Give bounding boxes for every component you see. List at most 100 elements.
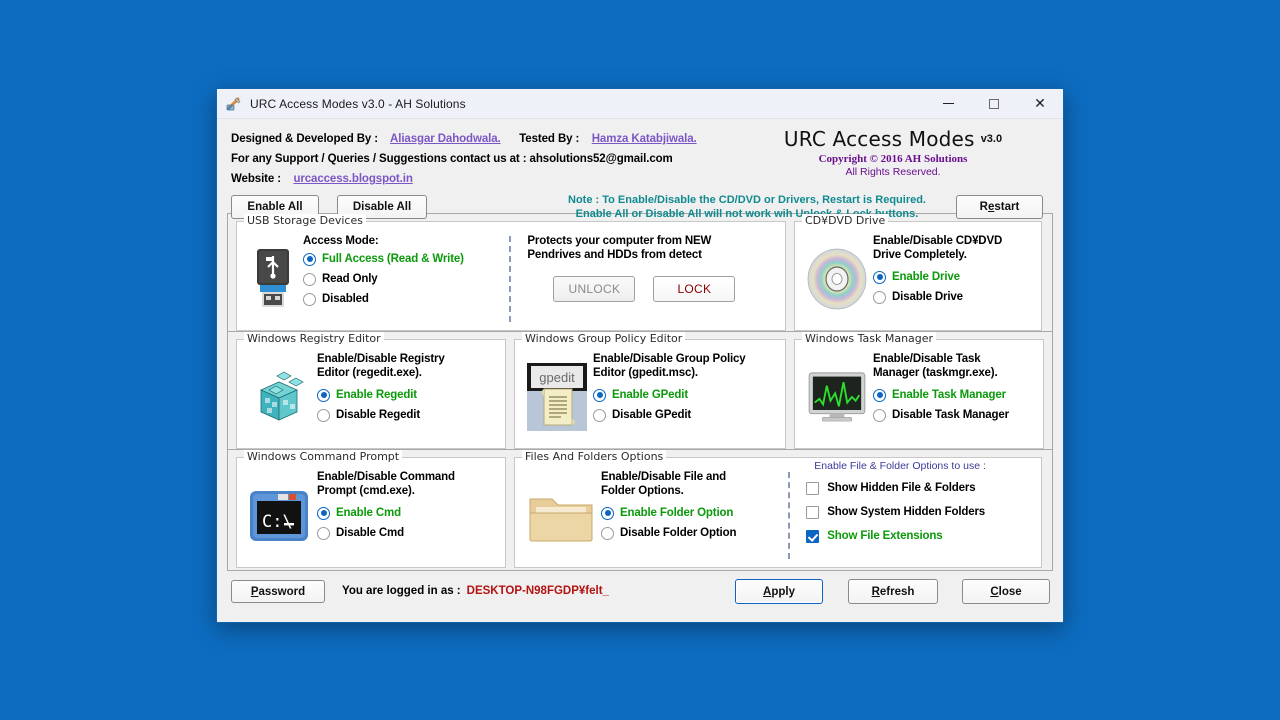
cddvd-desc-2: Drive Completely. xyxy=(873,249,967,261)
client-area: Designed & Developed By : Aliasgar Dahod… xyxy=(217,119,1063,622)
folder-option-label-1: Disable Folder Option xyxy=(620,527,737,539)
radio-usb-disabled[interactable] xyxy=(303,292,316,306)
cmd-description: Enable/Disable Command Prompt (cmd.exe). xyxy=(317,470,499,498)
refresh-button[interactable]: Refresh xyxy=(848,579,938,604)
rights-text: All Rights Reserved. xyxy=(845,166,941,178)
folder-checks-title: Enable File & Folder Options to use : xyxy=(810,460,990,472)
cddvd-option-label-1: Disable Drive xyxy=(892,291,963,303)
usb-options: Access Mode: Full Access (Read & Write) … xyxy=(303,232,507,326)
folder-check-label-0: Show Hidden File & Folders xyxy=(827,482,976,494)
radio-enable-cmd[interactable] xyxy=(317,506,330,520)
taskmgr-option-enable[interactable]: Enable Task Manager xyxy=(873,386,1037,404)
refresh-label: Refresh xyxy=(871,585,915,598)
usb-option-full-access[interactable]: Full Access (Read & Write) xyxy=(303,250,507,268)
folder-option-enable[interactable]: Enable Folder Option xyxy=(601,504,786,522)
usb-drive-icon xyxy=(243,232,303,326)
close-button[interactable]: Close xyxy=(962,579,1050,604)
credits-line: Designed & Developed By : Aliasgar Dahod… xyxy=(231,133,697,145)
usb-option-read-only[interactable]: Read Only xyxy=(303,270,507,288)
checkbox-show-system-hidden[interactable]: Show System Hidden Folders xyxy=(806,500,1035,524)
close-label: Close xyxy=(990,585,1022,598)
maximize-button[interactable] xyxy=(971,89,1017,118)
radio-disable-regedit[interactable] xyxy=(317,408,330,422)
radio-disable-drive[interactable] xyxy=(873,290,886,304)
usb-option-disabled[interactable]: Disabled xyxy=(303,290,507,308)
cmd-option-disable[interactable]: Disable Cmd xyxy=(317,524,499,542)
gpedit-option-disable[interactable]: Disable GPedit xyxy=(593,406,779,424)
usb-option-label-1: Read Only xyxy=(322,273,378,285)
radio-disable-folder-option[interactable] xyxy=(601,526,614,540)
cddvd-group-title: CD¥DVD Drive xyxy=(802,214,889,227)
gpedit-group-title: Windows Group Policy Editor xyxy=(522,332,686,345)
radio-enable-regedit[interactable] xyxy=(317,388,330,402)
registry-blocks-icon xyxy=(243,350,317,444)
checkbox-system-hidden-box[interactable] xyxy=(806,505,820,519)
tester-link[interactable]: Hamza Katabjiwala. xyxy=(592,133,697,145)
gpedit-option-enable[interactable]: Enable GPedit xyxy=(593,386,779,404)
note-text: Note : To Enable/Disable the CD/DVD or D… xyxy=(527,193,967,221)
svg-text:C:\: C:\ xyxy=(262,512,293,532)
cddvd-option-disable[interactable]: Disable Drive xyxy=(873,288,1035,306)
checkbox-hidden-files-box[interactable] xyxy=(806,481,820,495)
app-icon xyxy=(226,96,242,112)
lock-button[interactable]: LOCK xyxy=(653,276,736,302)
folder-options-description: Enable/Disable File and Folder Options. xyxy=(601,470,786,498)
usb-storage-group: USB Storage Devices Access Mode: Full Ac… xyxy=(236,214,786,331)
logged-in-label: You are logged in as : xyxy=(342,585,461,597)
note-line-1: Note : To Enable/Disable the CD/DVD or D… xyxy=(568,194,926,206)
apply-button[interactable]: Apply xyxy=(735,579,823,604)
radio-enable-gpedit[interactable] xyxy=(593,388,606,402)
registry-desc-1: Enable/Disable Registry xyxy=(317,353,445,365)
password-label: Password xyxy=(250,585,306,598)
logged-in-user: DESKTOP-N98FGDP¥felt_ xyxy=(466,585,609,597)
registry-description: Enable/Disable Registry Editor (regedit.… xyxy=(317,352,499,380)
checkbox-show-file-extensions[interactable]: Show File Extensions xyxy=(806,524,1035,548)
title-bar: URC Access Modes v3.0 - AH Solutions ✕ xyxy=(217,89,1063,119)
minimize-icon xyxy=(942,103,954,104)
radio-full-access[interactable] xyxy=(303,252,316,266)
taskmgr-option-label-0: Enable Task Manager xyxy=(892,389,1006,401)
radio-disable-cmd[interactable] xyxy=(317,526,330,540)
close-window-button[interactable]: ✕ xyxy=(1017,89,1063,118)
checkbox-show-hidden-files[interactable]: Show Hidden File & Folders xyxy=(806,476,1035,500)
checkbox-file-extensions-box[interactable] xyxy=(806,529,820,543)
folder-checks-section: Enable File & Folder Options to use : Sh… xyxy=(792,460,1035,563)
taskmgr-option-disable[interactable]: Disable Task Manager xyxy=(873,406,1037,424)
gpedit-desc-1: Enable/Disable Group Policy xyxy=(593,353,746,365)
usb-option-label-0: Full Access (Read & Write) xyxy=(322,253,464,265)
brand-version: v3.0 xyxy=(980,133,1003,145)
radio-enable-drive[interactable] xyxy=(873,270,886,284)
registry-option-enable[interactable]: Enable Regedit xyxy=(317,386,499,404)
unlock-button[interactable]: UNLOCK xyxy=(553,276,636,302)
folder-option-disable[interactable]: Disable Folder Option xyxy=(601,524,786,542)
radio-enable-task-manager[interactable] xyxy=(873,388,886,402)
cddvd-option-label-0: Enable Drive xyxy=(892,271,960,283)
radio-disable-task-manager[interactable] xyxy=(873,408,886,422)
radio-read-only[interactable] xyxy=(303,272,316,286)
folder-desc-1: Enable/Disable File and xyxy=(601,471,727,483)
website-link[interactable]: urcaccess.blogspot.in xyxy=(293,173,412,185)
logged-in-status: You are logged in as : DESKTOP-N98FGDP¥fe… xyxy=(342,585,609,597)
cddvd-desc-1: Enable/Disable CD¥DVD xyxy=(873,235,1003,247)
gpedit-options: Enable/Disable Group Policy Editor (gped… xyxy=(593,350,779,444)
folder-options-radios: Enable/Disable File and Folder Options. … xyxy=(601,468,786,563)
footer-bar: Password You are logged in as : DESKTOP-N… xyxy=(227,571,1053,622)
radio-disable-gpedit[interactable] xyxy=(593,408,606,422)
restart-button[interactable]: Restart xyxy=(956,195,1043,219)
usb-option-label-2: Disabled xyxy=(322,293,369,305)
radio-enable-folder-option[interactable] xyxy=(601,506,614,520)
panel-row-3: Windows Command Prompt C:\ Enable/Disabl… xyxy=(228,450,1052,568)
task-manager-monitor-icon xyxy=(801,350,873,444)
password-button[interactable]: Password xyxy=(231,580,325,603)
minimize-button[interactable] xyxy=(925,89,971,118)
note-line-2: Enable All or Disable All will not work … xyxy=(575,208,919,220)
copyright-text: Copyright © 2016 AH Solutions xyxy=(818,153,968,165)
cddvd-option-enable[interactable]: Enable Drive xyxy=(873,268,1035,286)
cddvd-options: Enable/Disable CD¥DVD Drive Completely. … xyxy=(873,232,1035,326)
usb-group-title: USB Storage Devices xyxy=(244,214,366,227)
cmd-option-enable[interactable]: Enable Cmd xyxy=(317,504,499,522)
designer-link[interactable]: Aliasgar Dahodwala. xyxy=(390,133,501,145)
usb-protect-divider xyxy=(509,236,512,322)
registry-option-disable[interactable]: Disable Regedit xyxy=(317,406,499,424)
close-icon: ✕ xyxy=(1034,95,1046,112)
